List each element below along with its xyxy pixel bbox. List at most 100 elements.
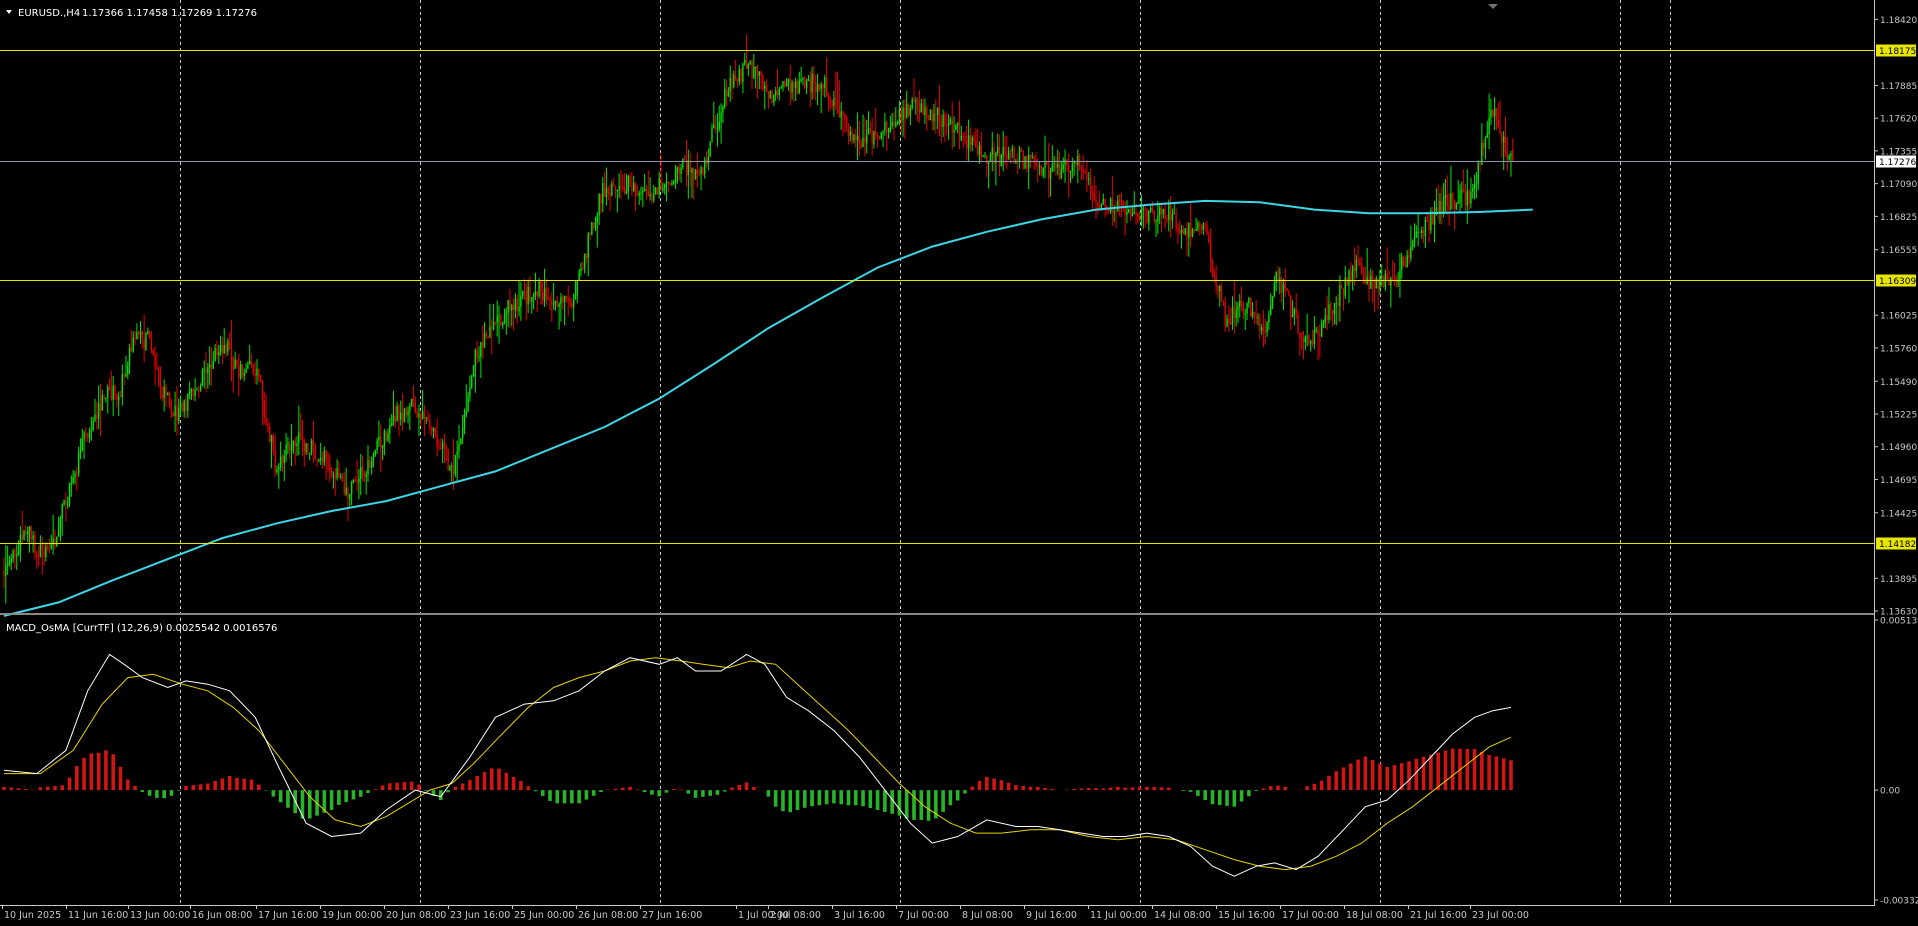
bull-candle [671, 183, 673, 185]
bear-candle [165, 386, 167, 396]
bear-candle [756, 66, 759, 76]
bull-candle [691, 168, 693, 173]
bull-candle [1051, 164, 1054, 171]
bull-candle [256, 368, 258, 376]
bear-candle [491, 326, 493, 330]
bull-candle [79, 451, 82, 454]
bear-candle [1393, 277, 1396, 279]
time-label: 21 Jul 16:00 [1410, 910, 1467, 921]
bull-candle [1320, 323, 1323, 337]
bear-candle [343, 481, 346, 495]
bull-candle [522, 291, 524, 297]
bull-candle [764, 85, 766, 89]
bull-candle [658, 178, 660, 195]
bear-candle [440, 448, 442, 450]
bear-candle [842, 111, 844, 114]
bull-candle [1424, 219, 1427, 236]
bull-candle [23, 531, 25, 540]
bull-candle [285, 444, 287, 456]
bear-candle [1462, 189, 1465, 192]
bull-candle [194, 390, 196, 396]
bear-candle [156, 366, 158, 370]
bull-candle [591, 222, 593, 235]
bull-candle [340, 476, 342, 478]
bear-candle [609, 193, 611, 196]
bear-candle [838, 104, 841, 118]
bull-candle [1251, 311, 1254, 317]
bull-candle [1421, 230, 1423, 233]
bear-candle [1295, 308, 1297, 314]
bear-candle [660, 178, 662, 190]
bear-candle [405, 408, 407, 416]
bear-candle [1169, 203, 1172, 221]
bear-candle [1504, 136, 1507, 154]
bull-candle [239, 364, 242, 378]
bull-candle [891, 121, 893, 127]
bear-candle [669, 183, 671, 185]
bull-candle [795, 81, 797, 89]
bull-candle [471, 376, 473, 388]
bull-candle [511, 304, 513, 311]
bull-candle [336, 468, 338, 478]
bear-candle [329, 464, 331, 471]
bull-candle [1268, 314, 1270, 323]
bear-candle [771, 91, 773, 104]
trading-chart[interactable]: EURUSD.,H4 1.17366 1.17458 1.17269 1.172… [0, 0, 1918, 926]
bull-candle [532, 295, 535, 298]
bear-candle [1209, 242, 1212, 262]
bull-candle [1011, 147, 1013, 151]
bull-candle [1279, 278, 1281, 280]
bear-candle [54, 538, 56, 547]
bear-candle [1233, 306, 1236, 318]
bull-candle [278, 467, 280, 470]
bull-candle [451, 465, 453, 467]
bear-candle [966, 139, 968, 149]
bear-candle [494, 321, 497, 324]
price-tick-label: 1.17355 [1880, 147, 1917, 157]
time-label: 7 Jul 00:00 [898, 910, 949, 921]
bear-candle [1446, 194, 1448, 206]
bull-candle [92, 421, 94, 430]
bear-candle [1330, 304, 1332, 311]
level-price-label: 1.14182 [1879, 540, 1916, 550]
bear-candle [1422, 230, 1425, 236]
bull-candle [1417, 231, 1419, 233]
bear-candle [1200, 225, 1203, 230]
bull-candle [1219, 285, 1221, 292]
bull-candle [72, 476, 74, 483]
bull-candle [873, 131, 875, 145]
bear-candle [1277, 271, 1279, 280]
bull-candle [862, 137, 864, 148]
bull-candle [920, 103, 922, 113]
bear-candle [272, 435, 275, 451]
bear-candle [600, 193, 602, 204]
bull-candle [1117, 200, 1119, 212]
bull-candle [145, 333, 147, 350]
bear-candle [900, 109, 902, 121]
bull-candle [956, 122, 959, 126]
bear-candle [1151, 207, 1154, 212]
time-label: 15 Jul 16:00 [1218, 910, 1275, 921]
bull-candle [1100, 204, 1103, 208]
bull-candle [12, 550, 14, 559]
bull-candle [896, 122, 899, 124]
bull-candle [421, 411, 424, 420]
time-label: 2 Jul 08:00 [770, 910, 821, 921]
bull-candle [196, 389, 198, 391]
bear-candle [1359, 261, 1361, 266]
time-label: 11 Jun 16:00 [68, 910, 128, 921]
bear-candle [693, 168, 695, 180]
bear-candle [1302, 338, 1305, 343]
bear-candle [1353, 266, 1356, 271]
bull-candle [227, 341, 229, 352]
bear-candle [210, 364, 213, 369]
bull-candle [358, 478, 360, 482]
bear-candle [438, 446, 440, 449]
bull-candle [249, 361, 251, 365]
bull-candle [1486, 134, 1488, 138]
bear-candle [926, 107, 928, 119]
bull-candle [125, 374, 127, 377]
bear-candle [835, 98, 837, 100]
bear-candle [1217, 286, 1219, 292]
bear-candle [1362, 274, 1365, 280]
